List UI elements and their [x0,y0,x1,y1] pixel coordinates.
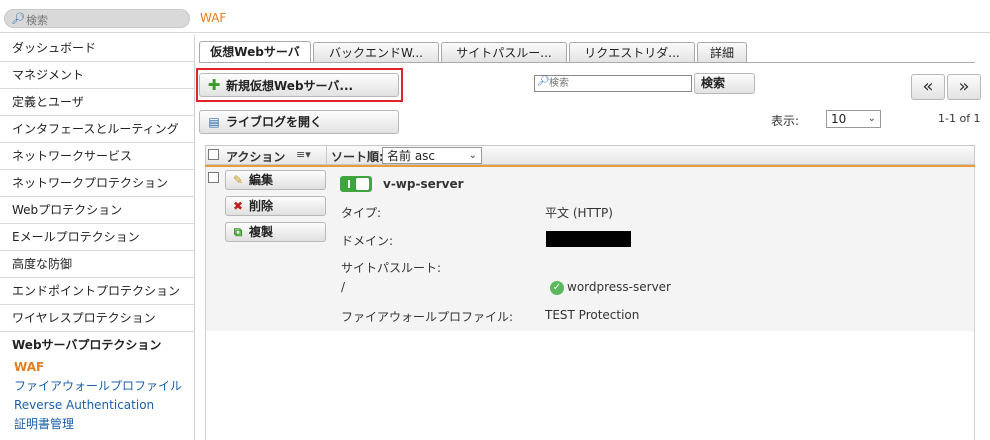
sort-value: 名前 asc [387,149,436,163]
pagination-range: 1-1 of 1 [938,112,981,125]
sidebar-item-endpoint-protection[interactable]: エンドポイントプロテクション [0,278,194,305]
global-search-placeholder: 検索 [26,14,48,27]
sort-select[interactable]: 名前 asc ⌄ [382,147,482,164]
sidebar: ダッシュボード マネジメント 定義とユーザ インタフェースとルーティング ネット… [0,35,194,434]
webserver-name: v-wp-server [383,177,464,191]
open-livelog-button[interactable]: ▤ ライブログを開く [199,110,399,134]
sitepath-server[interactable]: wordpress-server [567,280,671,294]
redacted-domain [546,231,631,247]
delete-icon: ✖ [232,199,244,213]
edit-label: 編集 [249,173,274,187]
sort-label: ソート順: [331,150,384,164]
search-button[interactable]: 検索 [694,73,755,94]
sidebar-item-interfaces-routing[interactable]: インタフェースとルーティング [0,116,194,143]
tab-divider [199,62,975,63]
header-separator [326,146,327,165]
search-icon: 🔎︎ [537,76,550,87]
prev-page-button[interactable]: « [911,74,945,100]
list-search-input[interactable] [549,76,687,91]
sidebar-item-email-protection[interactable]: Eメールプロテクション [0,224,194,251]
plus-icon: ✚ [207,76,221,94]
firewall-profile-value: TEST Protection [545,308,640,322]
sidebar-item-wireless-protection[interactable]: ワイヤレスプロテクション [0,305,194,332]
list-header [205,145,975,165]
sidebar-item-dashboard[interactable]: ダッシュボード [0,35,194,62]
column-menu-icon[interactable]: ≡▾ [296,148,311,161]
clone-icon: ⧉ [233,225,243,239]
row-checkbox[interactable] [208,172,219,183]
edit-button[interactable]: ✎ 編集 [225,170,326,190]
delete-button[interactable]: ✖ 削除 [225,196,326,216]
tab-advanced[interactable]: 詳細 [697,42,747,62]
sidebar-item-web-protection[interactable]: Webプロテクション [0,197,194,224]
new-button-label: 新規仮想Webサーバ... [226,79,354,93]
sidebar-item-network-services[interactable]: ネットワークサービス [0,143,194,170]
tab-backend-webservers[interactable]: バックエンドW... [313,42,439,62]
log-icon: ▤ [208,115,220,129]
delete-label: 削除 [249,199,274,213]
sidebar-subitem-waf[interactable]: WAF [0,358,194,377]
breadcrumb: WAF [200,11,227,25]
sidebar-item-advanced-protection[interactable]: 高度な防御 [0,251,194,278]
chevron-down-icon: ⌄ [867,113,876,124]
search-icon: 🔎︎ [11,12,25,25]
sitepath-label: サイトパスルート: [341,261,442,275]
sidebar-item-webserver-protection[interactable]: Webサーバプロテクション [0,332,194,358]
header-divider [0,32,990,33]
sidebar-item-definitions-users[interactable]: 定義とユーザ [0,89,194,116]
next-page-button[interactable]: » [947,74,981,100]
edit-icon: ✎ [232,173,244,187]
global-search-input[interactable]: 🔎︎ 検索 [4,9,190,28]
sidebar-subitem-reverse-auth[interactable]: Reverse Authentication [0,396,194,415]
firewall-profile-label: ファイアウォールプロファイル: [341,310,514,324]
clone-label: 複製 [249,225,274,239]
sidebar-item-management[interactable]: マネジメント [0,62,194,89]
action-header: アクション [226,150,286,164]
enable-toggle[interactable] [340,176,372,192]
domain-label: ドメイン: [341,234,394,248]
sitepath-path: / [341,280,346,294]
sidebar-subitem-firewall-profiles[interactable]: ファイアウォールプロファイル [0,377,194,396]
sidebar-divider [194,35,195,440]
new-virtual-webserver-button[interactable]: ✚ 新規仮想Webサーバ... [199,73,399,97]
livelog-button-label: ライブログを開く [226,115,323,129]
page-size-select[interactable]: 10 ⌄ [826,110,881,128]
check-icon: ✓ [550,281,564,295]
clone-button[interactable]: ⧉ 複製 [225,222,326,242]
type-label: タイプ: [341,206,382,220]
tab-request-redirection[interactable]: リクエストリダ... [569,42,695,62]
tab-site-path-routing[interactable]: サイトパスルー... [441,42,567,62]
page-size-label: 表示: [771,114,800,128]
page-size-value: 10 [831,112,847,126]
type-value: 平文 (HTTP) [545,206,613,220]
list-search-field[interactable]: 🔎︎ [534,75,692,92]
table-row [206,167,974,331]
tab-virtual-webservers[interactable]: 仮想Webサーバ [199,41,311,63]
sidebar-subitem-certificates[interactable]: 証明書管理 [0,415,194,434]
select-all-checkbox[interactable] [208,149,219,160]
sidebar-item-network-protection[interactable]: ネットワークプロテクション [0,170,194,197]
chevron-down-icon: ⌄ [468,150,477,161]
